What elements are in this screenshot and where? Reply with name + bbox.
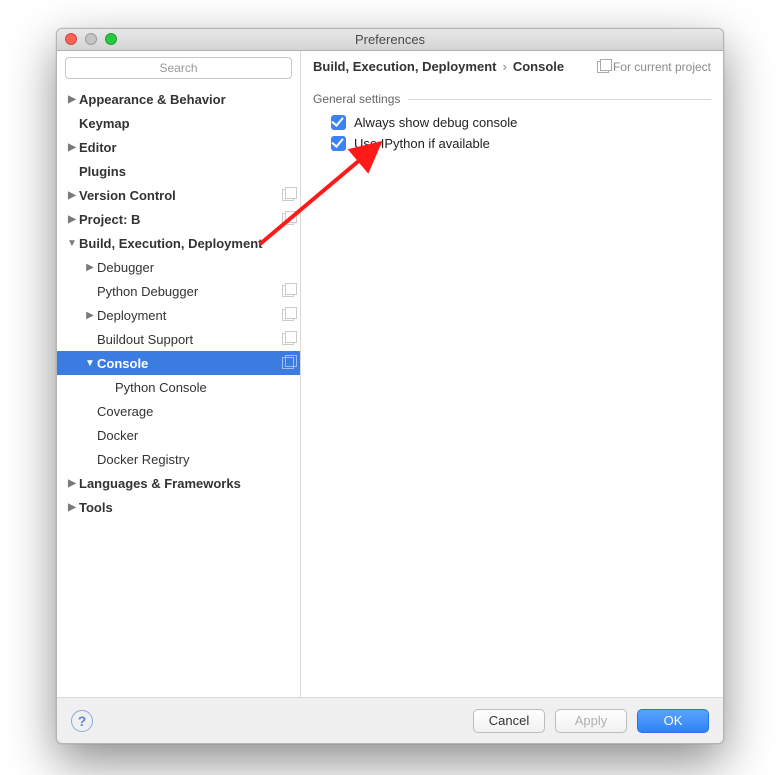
preferences-window: Preferences ▶Appearance & BehaviorKeymap… — [56, 28, 724, 744]
chevron-right-icon: ▶ — [65, 502, 79, 513]
tree-item[interactable]: Python Console — [57, 375, 300, 399]
copy-icon — [282, 189, 294, 201]
chevron-right-icon: ▶ — [83, 262, 97, 273]
section-title: General settings — [313, 92, 711, 106]
tree-item-label: Version Control — [79, 188, 282, 203]
copy-icon — [282, 309, 294, 321]
help-button[interactable]: ? — [71, 710, 93, 732]
tree-item[interactable]: ▶Tools — [57, 495, 300, 519]
footer: ? Cancel Apply OK — [57, 697, 723, 743]
copy-icon — [597, 61, 609, 73]
chevron-down-icon: ▼ — [65, 238, 79, 249]
tree-item-label: Project: B — [79, 212, 282, 227]
minimize-icon[interactable] — [85, 33, 97, 45]
window-controls — [65, 33, 117, 45]
sidebar: ▶Appearance & BehaviorKeymap▶EditorPlugi… — [57, 51, 301, 697]
tree-item[interactable]: ▶Editor — [57, 135, 300, 159]
copy-icon — [282, 333, 294, 345]
ok-button[interactable]: OK — [637, 709, 709, 733]
window-body: ▶Appearance & BehaviorKeymap▶EditorPlugi… — [57, 51, 723, 697]
chevron-down-icon: ▼ — [83, 358, 97, 369]
tree-item[interactable]: Python Debugger — [57, 279, 300, 303]
search-input[interactable] — [65, 57, 292, 79]
checkbox[interactable] — [331, 136, 346, 151]
tree-item[interactable]: ▶Debugger — [57, 255, 300, 279]
chevron-right-icon: ▶ — [65, 478, 79, 489]
checkbox[interactable] — [331, 115, 346, 130]
tree-item[interactable]: ▶Project: B — [57, 207, 300, 231]
tree-item-label: Deployment — [97, 308, 282, 323]
tree-item-label: Coverage — [97, 404, 294, 419]
checkbox-row[interactable]: Always show debug console — [313, 112, 711, 133]
copy-icon — [282, 213, 294, 225]
tree-item[interactable]: ▼Console — [57, 351, 300, 375]
tree-item-label: Docker Registry — [97, 452, 294, 467]
breadcrumb: Build, Execution, Deployment › Console F… — [301, 51, 723, 80]
tree-item[interactable]: ▶Languages & Frameworks — [57, 471, 300, 495]
tree-item[interactable]: Docker Registry — [57, 447, 300, 471]
chevron-right-icon: › — [502, 59, 506, 74]
tree-item[interactable]: Keymap — [57, 111, 300, 135]
tree-item-label: Plugins — [79, 164, 294, 179]
zoom-icon[interactable] — [105, 33, 117, 45]
breadcrumb-parent: Build, Execution, Deployment — [313, 59, 496, 74]
main-panel: Build, Execution, Deployment › Console F… — [301, 51, 723, 697]
checkbox-row[interactable]: Use IPython if available — [313, 133, 711, 154]
tree-item-label: Docker — [97, 428, 294, 443]
chevron-right-icon: ▶ — [65, 190, 79, 201]
tree-item-label: Keymap — [79, 116, 294, 131]
settings-section: General settings Always show debug conso… — [301, 80, 723, 158]
cancel-button[interactable]: Cancel — [473, 709, 545, 733]
checkbox-label: Always show debug console — [354, 115, 517, 130]
titlebar[interactable]: Preferences — [57, 29, 723, 51]
tree-item[interactable]: Coverage — [57, 399, 300, 423]
tree-item-label: Buildout Support — [97, 332, 282, 347]
chevron-right-icon: ▶ — [65, 94, 79, 105]
project-scope-badge: For current project — [597, 60, 711, 74]
tree-item-label: Python Debugger — [97, 284, 282, 299]
tree-item-label: Languages & Frameworks — [79, 476, 294, 491]
tree-item[interactable]: Plugins — [57, 159, 300, 183]
chevron-right-icon: ▶ — [83, 310, 97, 321]
tree-item[interactable]: ▼Build, Execution, Deployment — [57, 231, 300, 255]
tree-item[interactable]: Buildout Support — [57, 327, 300, 351]
tree-item-label: Tools — [79, 500, 294, 515]
window-title: Preferences — [355, 32, 425, 47]
chevron-right-icon: ▶ — [65, 214, 79, 225]
tree-item-label: Editor — [79, 140, 294, 155]
tree-item[interactable]: ▶Version Control — [57, 183, 300, 207]
settings-tree[interactable]: ▶Appearance & BehaviorKeymap▶EditorPlugi… — [57, 85, 300, 697]
close-icon[interactable] — [65, 33, 77, 45]
tree-item[interactable]: ▶Appearance & Behavior — [57, 87, 300, 111]
checkbox-label: Use IPython if available — [354, 136, 490, 151]
copy-icon — [282, 285, 294, 297]
chevron-right-icon: ▶ — [65, 142, 79, 153]
tree-item-label: Debugger — [97, 260, 294, 275]
tree-item-label: Appearance & Behavior — [79, 92, 294, 107]
breadcrumb-child: Console — [513, 59, 564, 74]
copy-icon — [282, 357, 294, 369]
tree-item-label: Python Console — [115, 380, 294, 395]
tree-item[interactable]: Docker — [57, 423, 300, 447]
apply-button[interactable]: Apply — [555, 709, 627, 733]
tree-item-label: Build, Execution, Deployment — [79, 236, 294, 251]
tree-item[interactable]: ▶Deployment — [57, 303, 300, 327]
tree-item-label: Console — [97, 356, 282, 371]
